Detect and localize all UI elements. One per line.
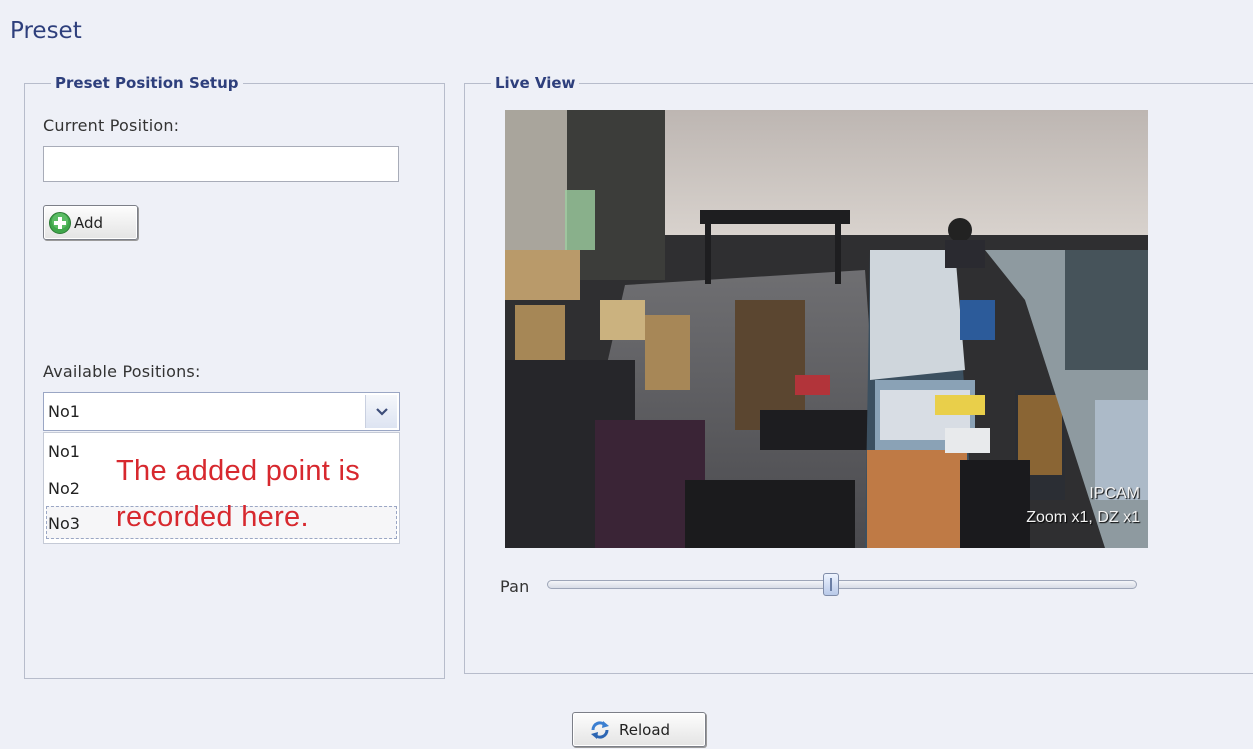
position-option[interactable]: No3 xyxy=(48,514,80,533)
selected-position-value: No1 xyxy=(48,402,80,421)
pan-label: Pan xyxy=(500,577,530,596)
live-video-feed[interactable]: IPCAM Zoom x1, DZ x1 xyxy=(505,110,1148,548)
current-position-label: Current Position: xyxy=(43,116,180,135)
add-button[interactable]: Add xyxy=(43,205,138,240)
pan-slider-thumb[interactable] xyxy=(823,573,839,596)
plus-circle-icon xyxy=(48,211,72,235)
reload-button[interactable]: Reload xyxy=(572,712,706,747)
refresh-icon xyxy=(589,719,611,741)
annotation-line-1: The added point is xyxy=(116,455,361,487)
chevron-down-icon xyxy=(375,407,388,416)
page-title: Preset xyxy=(10,18,82,44)
osd-zoom-info: Zoom x1, DZ x1 xyxy=(1026,509,1140,526)
reload-button-label: Reload xyxy=(619,720,671,739)
add-button-label: Add xyxy=(74,213,104,232)
preset-position-setup-legend: Preset Position Setup xyxy=(55,74,239,92)
position-option[interactable]: No1 xyxy=(48,442,80,461)
position-option[interactable]: No2 xyxy=(48,479,80,498)
dropdown-toggle[interactable] xyxy=(365,395,397,428)
available-positions-label: Available Positions: xyxy=(43,362,201,381)
current-position-input[interactable] xyxy=(43,146,399,182)
office-camera-image xyxy=(505,110,1148,548)
pan-slider-track[interactable] xyxy=(547,580,1137,589)
osd-camera-name: IPCAM xyxy=(1089,485,1140,502)
available-positions-select[interactable]: No1 xyxy=(43,392,400,431)
annotation-line-2: recorded here. xyxy=(116,501,309,533)
live-view-legend: Live View xyxy=(495,74,576,92)
